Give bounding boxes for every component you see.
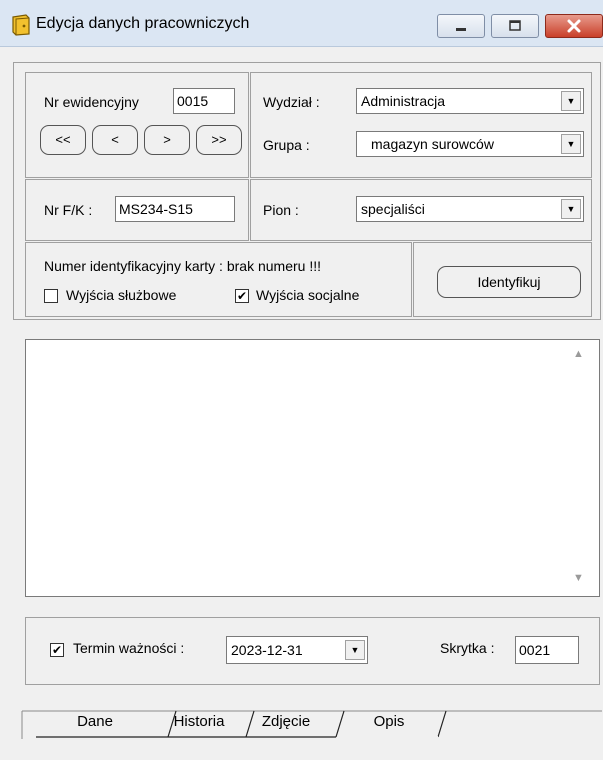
chevron-down-icon[interactable]: ▼ <box>561 134 581 154</box>
skrytka-label: Skrytka : <box>440 640 495 656</box>
description-memo[interactable] <box>25 339 600 597</box>
maximize-icon <box>492 19 538 36</box>
wyjscia-socjalne-label[interactable]: Wyjścia socjalne <box>256 287 359 303</box>
wydzial-label: Wydział : <box>263 94 320 110</box>
nrfk-label: Nr F/K : <box>44 202 93 218</box>
chevron-down-icon[interactable]: ▼ <box>345 640 365 660</box>
termin-checkbox[interactable]: ✔ <box>50 643 64 657</box>
close-icon <box>546 18 602 37</box>
wydzial-select[interactable]: Administracja ▼ <box>356 88 584 114</box>
skrytka-field[interactable]: 0021 <box>515 636 579 664</box>
app-icon <box>12 14 30 36</box>
nr-ewidencyjny-field[interactable]: 0015 <box>173 88 235 114</box>
grupa-select[interactable]: magazyn surowców ▼ <box>356 131 584 157</box>
nav-last-button[interactable]: >> <box>196 125 242 155</box>
nr-ewidencyjny-label: Nr ewidencyjny <box>44 94 139 110</box>
card-number-label: Numer identyfikacyjny karty : brak numer… <box>44 258 321 274</box>
wyjscia-socjalne-checkbox[interactable]: ✔ <box>235 289 249 303</box>
tab-dane[interactable]: Dane <box>40 710 150 736</box>
identify-button[interactable]: Identyfikuj <box>437 266 581 298</box>
card-panel <box>25 242 412 317</box>
close-button[interactable] <box>545 14 603 38</box>
nav-prev-button[interactable]: < <box>92 125 138 155</box>
tab-zdjecie[interactable]: Zdjęcie <box>244 710 328 736</box>
pion-label: Pion : <box>263 202 299 218</box>
termin-label[interactable]: Termin ważności : <box>73 640 184 656</box>
pion-value: specjaliści <box>361 201 425 217</box>
pion-select[interactable]: specjaliści ▼ <box>356 196 584 222</box>
nav-first-button[interactable]: << <box>40 125 86 155</box>
tab-opis[interactable]: Opis <box>354 710 424 736</box>
wyjscia-sluzbowe-checkbox[interactable] <box>44 289 58 303</box>
grupa-label: Grupa : <box>263 137 310 153</box>
minimize-button[interactable] <box>437 14 485 38</box>
maximize-button[interactable] <box>491 14 539 38</box>
chevron-down-icon[interactable]: ▼ <box>561 91 581 111</box>
scroll-up-icon[interactable]: ▲ <box>573 348 584 360</box>
wydzial-value: Administracja <box>361 93 446 109</box>
grupa-value: magazyn surowców <box>371 136 494 152</box>
window-title: Edycja danych pracowniczych <box>36 15 250 32</box>
chevron-down-icon[interactable]: ▼ <box>561 199 581 219</box>
termin-date-picker[interactable]: 2023-12-31 ▼ <box>226 636 368 664</box>
tab-historia[interactable]: Historia <box>164 710 234 736</box>
nrfk-field[interactable]: MS234-S15 <box>115 196 235 222</box>
minimize-icon <box>438 19 484 35</box>
scroll-down-icon[interactable]: ▼ <box>573 572 584 584</box>
wyjscia-sluzbowe-label[interactable]: Wyjścia służbowe <box>66 287 176 303</box>
termin-value: 2023-12-31 <box>231 642 303 658</box>
nav-next-button[interactable]: > <box>144 125 190 155</box>
